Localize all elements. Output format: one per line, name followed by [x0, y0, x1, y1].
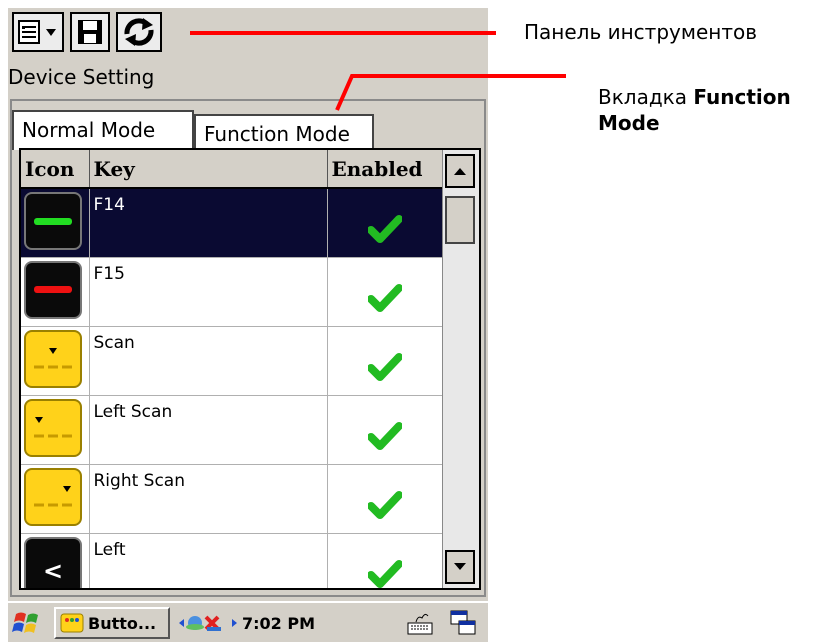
tab-callout-label: Вкладка Function Mode: [598, 84, 791, 136]
tab-callout-bold-1: Function: [693, 85, 791, 109]
tab-callout-prefix: Вкладка: [598, 85, 694, 109]
tab-callout-bold-2: Mode: [598, 111, 660, 135]
